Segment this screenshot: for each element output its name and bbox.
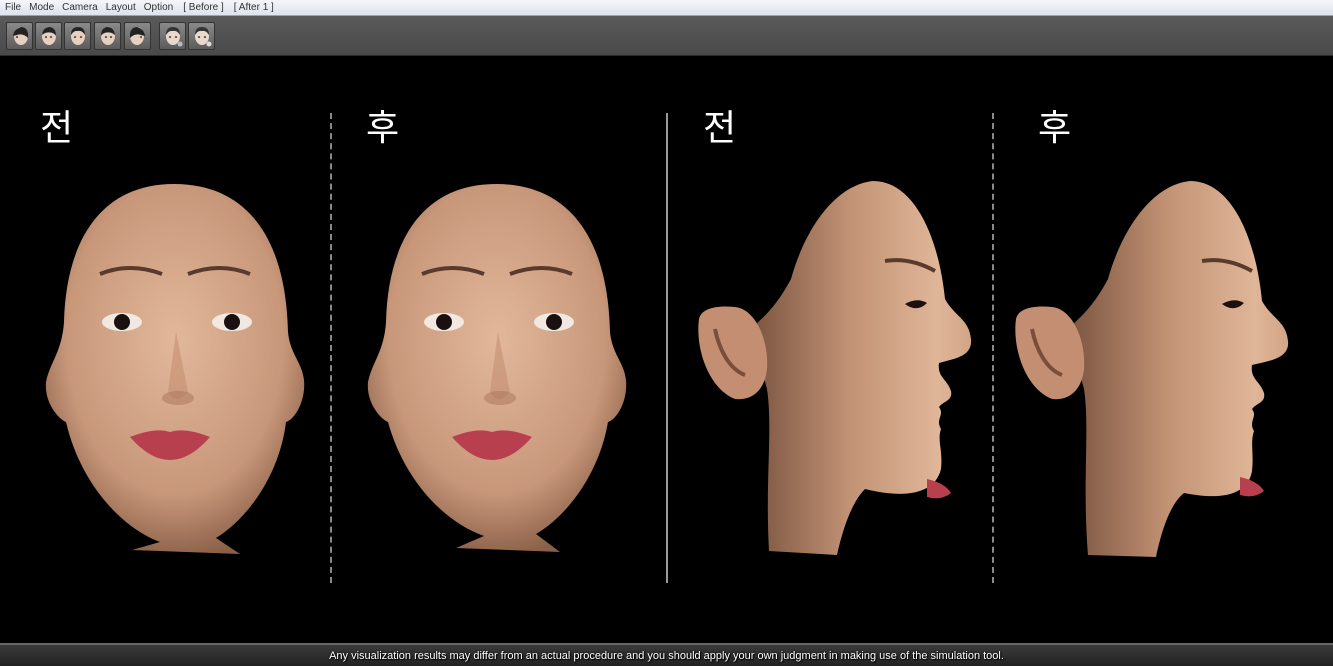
- panel-label-after-front: 후: [366, 108, 400, 149]
- 3d-viewport[interactable]: 전 후 전 후: [0, 57, 1333, 643]
- face-model-after-front: [367, 184, 627, 552]
- view-left-three-quarter-button[interactable]: [35, 22, 62, 50]
- view-right-profile-button[interactable]: [124, 22, 151, 50]
- status-bar: Any visualization results may differ fro…: [0, 643, 1333, 666]
- menu-layout[interactable]: Layout: [105, 2, 141, 13]
- panel-divider: [330, 113, 332, 583]
- face-left-three-quarter-icon: [41, 27, 56, 45]
- face-left-profile-icon: [12, 27, 28, 45]
- view-left-profile-button[interactable]: [6, 22, 33, 50]
- face-model-before-profile: [698, 181, 972, 555]
- face-model-before-front: [45, 184, 305, 554]
- face-right-three-quarter-icon: [100, 27, 115, 45]
- face-model-after-profile: [1015, 181, 1289, 557]
- menu-camera[interactable]: Camera: [61, 2, 103, 13]
- simulation-app-window: File Mode Camera Layout Option [ Before …: [0, 0, 1333, 666]
- face-right-profile-icon: [129, 27, 145, 45]
- menu-before[interactable]: [ Before ]: [182, 2, 229, 13]
- toolbar: [0, 16, 1333, 56]
- face-before-icon: [165, 27, 182, 47]
- menu-bar: File Mode Camera Layout Option [ Before …: [0, 0, 1333, 16]
- show-after-button[interactable]: [188, 22, 215, 50]
- panel-label-before-front: 전: [40, 108, 74, 149]
- face-front-icon: [70, 27, 85, 45]
- show-before-button[interactable]: [159, 22, 186, 50]
- menu-file[interactable]: File: [4, 2, 26, 13]
- panel-label-before-profile: 전: [703, 108, 737, 149]
- panel-divider: [992, 113, 994, 583]
- menu-mode[interactable]: Mode: [28, 2, 59, 13]
- group-divider: [666, 113, 668, 583]
- face-after-icon: [194, 27, 211, 47]
- menu-after-1[interactable]: [ After 1 ]: [233, 2, 279, 13]
- view-front-button[interactable]: [64, 22, 91, 50]
- menu-option[interactable]: Option: [143, 2, 178, 13]
- view-right-three-quarter-button[interactable]: [94, 22, 121, 50]
- disclaimer-text: Any visualization results may differ fro…: [329, 649, 1004, 662]
- panel-label-after-profile: 후: [1038, 108, 1072, 149]
